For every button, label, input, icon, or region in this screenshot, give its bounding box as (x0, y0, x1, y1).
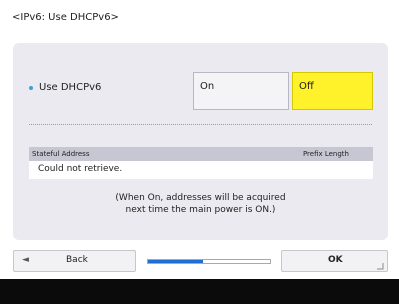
column-header-prefix-length: Prefix Length (302, 150, 349, 158)
back-label: Back (66, 255, 88, 265)
bottom-bar: ◄ Back OK (13, 250, 388, 272)
option-off-label: Off (299, 81, 314, 92)
info-note: (When On, addresses will be acquired nex… (13, 192, 388, 216)
bullet-icon (29, 85, 33, 90)
progress-bar-fill (148, 260, 203, 263)
left-arrow-icon: ◄ (22, 255, 29, 265)
settings-panel: Use DHCPv6 On Off Stateful Address Prefi… (13, 43, 388, 240)
back-button[interactable]: ◄ Back (13, 250, 136, 272)
table-cell-address: Could not retrieve. (38, 164, 123, 174)
use-dhcpv6-label: Use DHCPv6 (39, 82, 102, 93)
page-title: <IPv6: Use DHCPv6> (12, 12, 119, 23)
ok-label: OK (328, 255, 343, 265)
ok-button[interactable]: OK (281, 250, 388, 272)
option-on-label: On (200, 81, 215, 92)
column-header-stateful-address: Stateful Address (32, 150, 90, 158)
info-note-line-2: next time the main power is ON.) (125, 205, 276, 215)
footer-bar (0, 279, 399, 304)
progress-bar (147, 259, 271, 264)
table-row: Could not retrieve. (29, 161, 373, 179)
divider (29, 124, 372, 125)
info-note-line-1: (When On, addresses will be acquired (115, 193, 286, 203)
corner-arrow-icon (377, 263, 384, 270)
option-off-button[interactable]: Off (292, 72, 373, 110)
option-on-button[interactable]: On (193, 72, 289, 110)
use-dhcpv6-row-label: Use DHCPv6 (29, 82, 101, 93)
table-header: Stateful Address Prefix Length (29, 147, 373, 161)
